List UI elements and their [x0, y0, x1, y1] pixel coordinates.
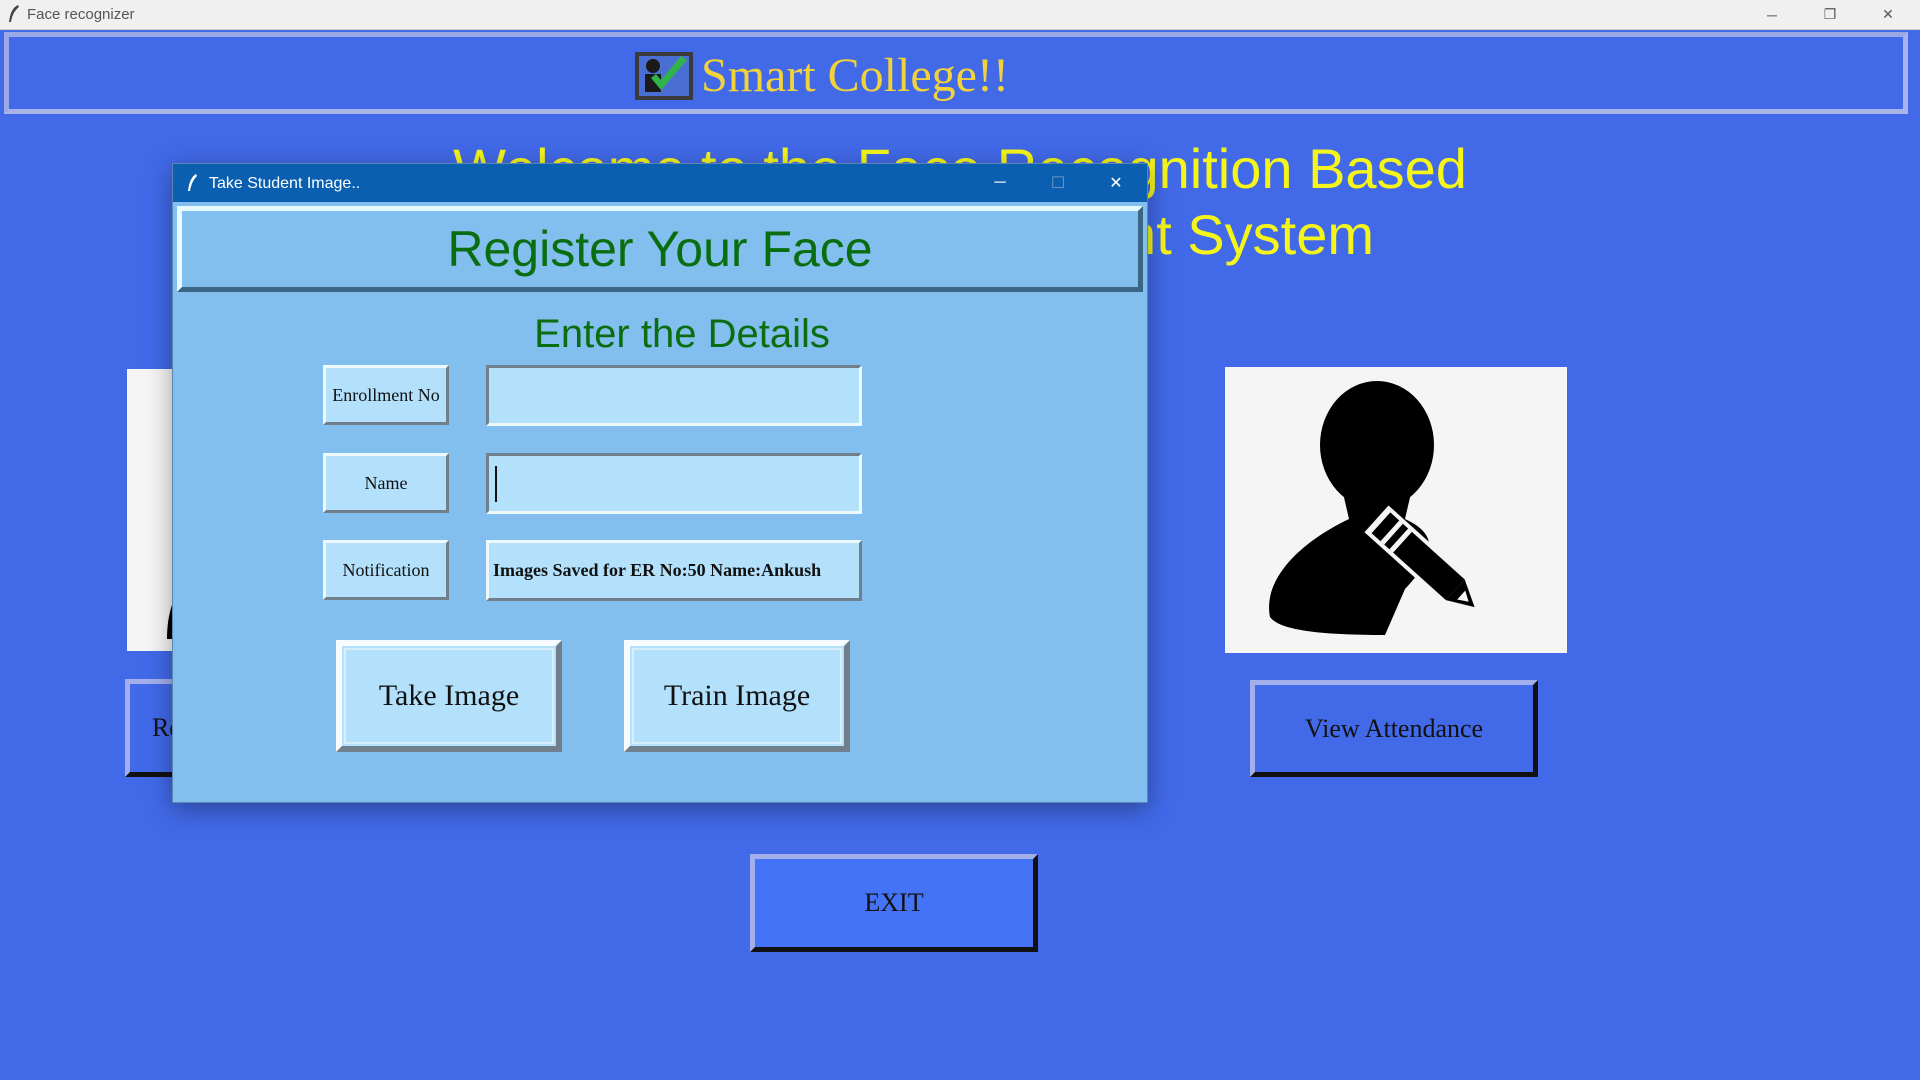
minimize-button[interactable]: ─	[1744, 0, 1800, 29]
feather-icon	[9, 5, 19, 22]
view-attendance-button[interactable]: View Attendance	[1250, 680, 1538, 777]
dialog-close-button[interactable]: ✕	[1087, 164, 1145, 202]
enrollment-label: Enrollment No	[323, 365, 449, 425]
train-image-button[interactable]: Train Image	[624, 640, 850, 752]
restore-button[interactable]: ❐	[1802, 0, 1858, 29]
take-image-button[interactable]: Take Image	[336, 640, 562, 752]
notification-label: Notification	[323, 540, 449, 600]
enrollment-input[interactable]	[486, 365, 862, 426]
close-button[interactable]: ✕	[1860, 0, 1916, 29]
header-banner: Smart College!!	[4, 32, 1908, 114]
main-title-bar: Face recognizer ─ ❐ ✕	[0, 0, 1920, 30]
enter-details-heading: Enter the Details	[534, 312, 830, 356]
name-label: Name	[323, 453, 449, 513]
window-title: Face recognizer	[27, 6, 135, 23]
register-face-header: Register Your Face	[177, 206, 1143, 292]
attendance-checkmark-icon	[635, 52, 693, 100]
attendance-image-panel	[1225, 367, 1567, 653]
dialog-minimize-button[interactable]: ─	[971, 164, 1029, 202]
notification-message: Images Saved for ER No:50 Name:Ankush	[486, 540, 862, 601]
exit-button[interactable]: EXIT	[750, 854, 1038, 952]
dialog-maximize-button: ☐	[1050, 175, 1066, 192]
take-student-image-dialog: Take Student Image.. ─ ☐ ✕ Register Your…	[172, 163, 1148, 803]
user-edit-icon	[1269, 381, 1475, 635]
text-cursor	[495, 466, 497, 502]
feather-icon	[188, 174, 197, 191]
dialog-title: Take Student Image..	[209, 175, 361, 192]
brand-title: Smart College!!	[701, 49, 1009, 102]
name-input[interactable]	[486, 453, 862, 514]
dialog-title-bar: Take Student Image.. ─ ☐ ✕	[173, 164, 1147, 202]
